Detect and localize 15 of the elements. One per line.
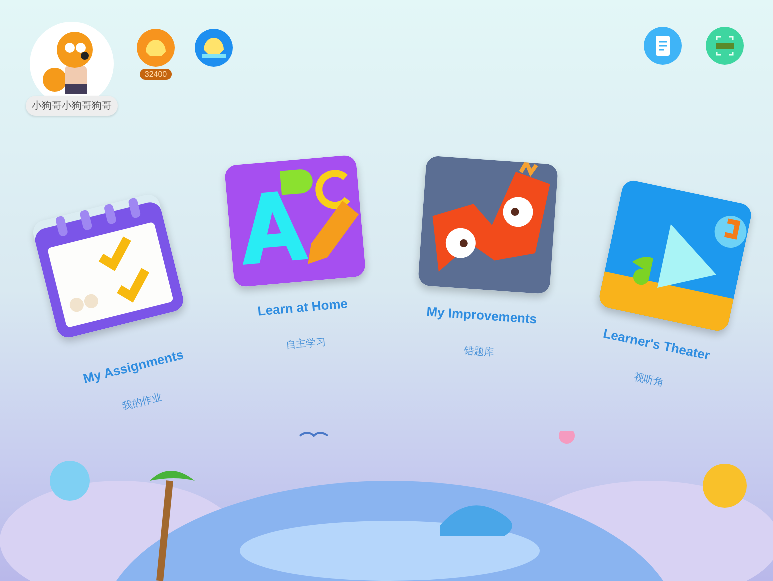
tile-subtitle: 视听角 xyxy=(633,371,666,390)
shell-icon[interactable] xyxy=(194,28,234,68)
tile-subtitle: 我的作业 xyxy=(121,391,164,414)
tile-title[interactable]: Learner's Theater xyxy=(602,326,712,364)
shell-icon[interactable] xyxy=(136,28,176,68)
username-label: 小狗哥小狗哥狗哥 xyxy=(26,96,118,116)
abc-pencil-icon[interactable] xyxy=(224,154,367,288)
scan-icon[interactable] xyxy=(705,26,745,66)
monster-icon[interactable] xyxy=(418,156,558,295)
tile-subtitle: 错题库 xyxy=(464,344,494,360)
tile-title[interactable]: Learn at Home xyxy=(258,296,349,319)
tile-title[interactable]: My Improvements xyxy=(426,304,538,327)
clipboard-icon[interactable] xyxy=(643,26,683,66)
tile-subtitle: 自主学习 xyxy=(286,336,327,352)
shell-count: 32400 xyxy=(140,69,172,80)
